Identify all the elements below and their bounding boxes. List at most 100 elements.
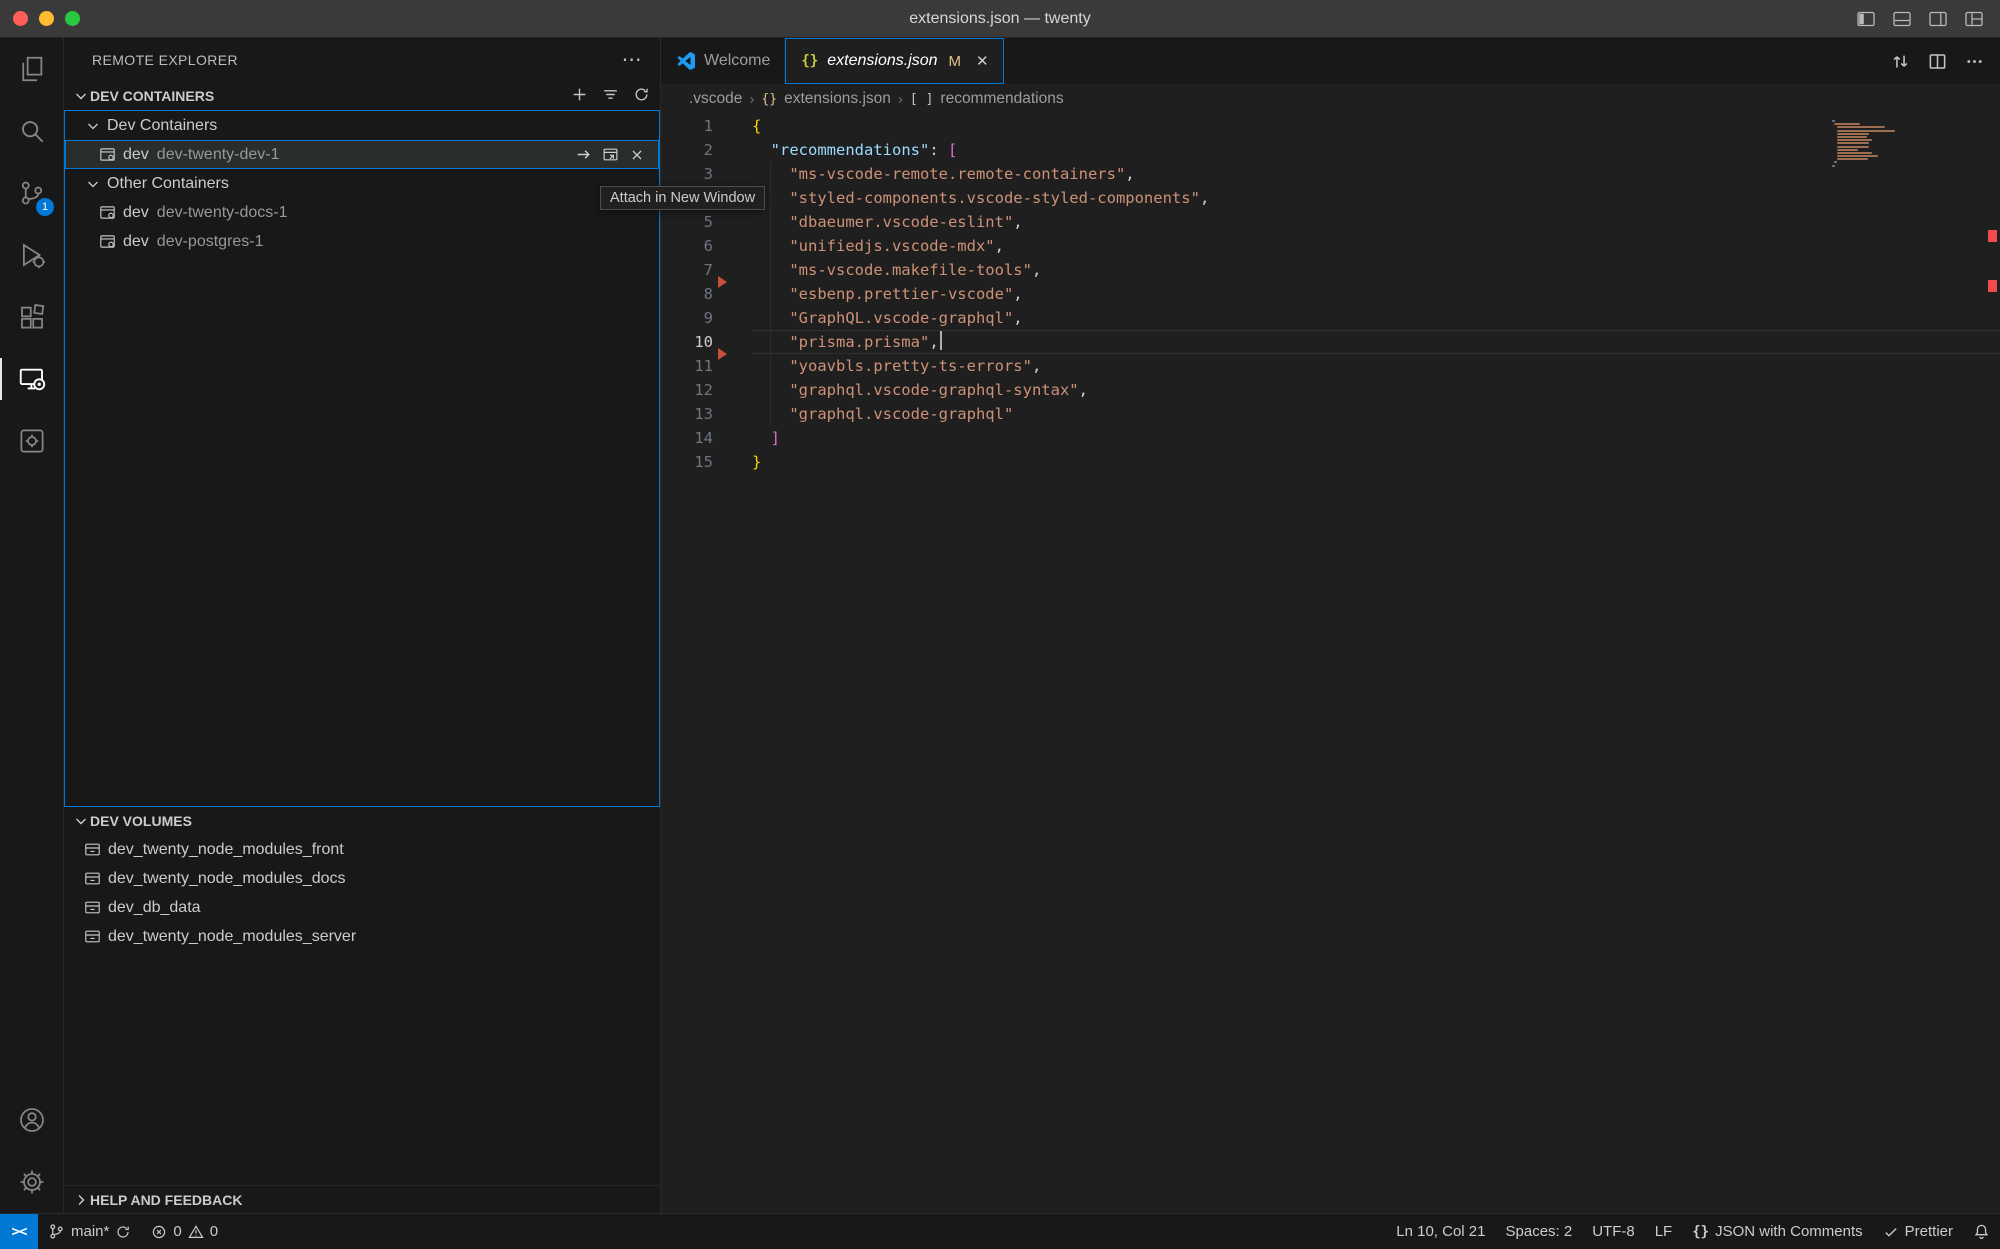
volume-item-dev_twenty_node_modules_front[interactable]: dev_twenty_node_modules_front xyxy=(64,835,660,864)
filter-list-icon[interactable] xyxy=(602,86,619,106)
toggle-secondary-sidebar-icon[interactable] xyxy=(1928,9,1948,29)
cursor-position-item[interactable]: Ln 10, Col 21 xyxy=(1386,1214,1495,1249)
line-number-gutter[interactable]: 123456789101112131415 xyxy=(661,114,713,474)
dev-containers-tree[interactable]: Dev Containersdevdev-twenty-dev-1Other C… xyxy=(64,110,660,807)
open-changes-icon[interactable] xyxy=(1891,52,1910,71)
stop-container-icon[interactable] xyxy=(629,146,645,163)
run-and-debug-icon[interactable] xyxy=(0,224,63,286)
toggle-panel-icon[interactable] xyxy=(1892,9,1912,29)
code-line[interactable]: "graphql.vscode-graphql-syntax", xyxy=(752,378,2000,402)
volume-item-dev_db_data[interactable]: dev_db_data xyxy=(64,893,660,922)
code-line[interactable]: "unifiedjs.vscode-mdx", xyxy=(752,234,2000,258)
code-line[interactable]: "ms-vscode-remote.remote-containers", xyxy=(752,162,2000,186)
chevron-down-icon xyxy=(85,118,101,134)
tab-extensions-json[interactable]: {} extensions.json M ✕ xyxy=(785,38,1003,84)
symbol-object-icon: {} xyxy=(761,92,777,107)
line-number: 3 xyxy=(661,162,713,186)
extensions-icon[interactable] xyxy=(0,286,63,348)
code-line[interactable]: "prisma.prisma", xyxy=(752,330,2000,354)
tab-welcome[interactable]: Welcome xyxy=(661,38,785,84)
formatter-item[interactable]: Prettier xyxy=(1873,1214,1963,1249)
container-item-dev-twenty-dev-1[interactable]: devdev-twenty-dev-1 xyxy=(65,140,659,169)
line-number: 14 xyxy=(661,426,713,450)
problems-item[interactable]: 0 0 xyxy=(141,1214,228,1249)
volume-label: dev_twenty_node_modules_docs xyxy=(108,870,346,888)
customize-layout-icon[interactable] xyxy=(1964,9,1984,29)
section-help-and-feedback[interactable]: HELP AND FEEDBACK xyxy=(64,1185,660,1213)
title-bar: extensions.json — twenty xyxy=(0,0,2000,38)
code-line[interactable]: "yoavbls.pretty-ts-errors", xyxy=(752,354,2000,378)
check-icon xyxy=(1883,1224,1899,1240)
explorer-icon[interactable] xyxy=(0,38,63,100)
overview-ruler[interactable] xyxy=(1986,114,2000,1213)
container-icon xyxy=(99,233,116,250)
git-branch-item[interactable]: main* xyxy=(38,1214,141,1249)
container-item-dev-twenty-docs-1[interactable]: devdev-twenty-docs-1 xyxy=(65,198,659,227)
split-editor-icon[interactable] xyxy=(1928,52,1947,71)
notifications-bell-icon[interactable] xyxy=(1963,1214,2000,1249)
minimap-line xyxy=(1832,120,1835,122)
volume-item-dev_twenty_node_modules_server[interactable]: dev_twenty_node_modules_server xyxy=(64,922,660,951)
minimap-line xyxy=(1837,136,1867,138)
volume-icon xyxy=(84,841,101,858)
line-number: 10 xyxy=(661,330,713,354)
code-line[interactable]: } xyxy=(752,450,2000,474)
line-number: 5 xyxy=(661,210,713,234)
dev-containers-view-icon[interactable] xyxy=(0,410,63,472)
remote-explorer-icon[interactable] xyxy=(0,348,63,410)
close-window-button[interactable] xyxy=(13,11,28,26)
more-actions-icon[interactable] xyxy=(1965,52,1984,71)
views-more-actions-icon[interactable]: ⋯ xyxy=(622,50,642,70)
code-line[interactable]: "graphql.vscode-graphql" xyxy=(752,402,2000,426)
container-description: dev-twenty-dev-1 xyxy=(157,146,280,164)
code-editor[interactable]: 123456789101112131415 { "recommendations… xyxy=(661,114,2000,1213)
eol-item[interactable]: LF xyxy=(1645,1214,1683,1249)
line-number: 1 xyxy=(661,114,713,138)
symbol-array-icon: [ ] xyxy=(910,92,933,107)
language-mode-item[interactable]: {} JSON with Comments xyxy=(1682,1214,1872,1249)
code-line[interactable]: "esbenp.prettier-vscode", xyxy=(752,282,2000,306)
line-number: 6 xyxy=(661,234,713,258)
volume-label: dev_db_data xyxy=(108,899,201,917)
attach-to-container-icon[interactable] xyxy=(575,146,592,163)
sync-icon xyxy=(115,1224,131,1240)
container-description: dev-postgres-1 xyxy=(157,233,264,251)
container-item-dev-postgres-1[interactable]: devdev-postgres-1 xyxy=(65,227,659,256)
code-line[interactable]: ] xyxy=(752,426,2000,450)
code-line[interactable]: "styled-components.vscode-styled-compone… xyxy=(752,186,2000,210)
settings-gear-icon[interactable] xyxy=(0,1151,63,1213)
breadcrumb-symbol[interactable]: recommendations xyxy=(940,90,1063,108)
tree-group-other-containers[interactable]: Other Containers xyxy=(65,169,659,198)
remote-indicator[interactable]: >< xyxy=(0,1214,38,1249)
section-dev-containers[interactable]: DEV CONTAINERS xyxy=(64,82,660,110)
search-icon[interactable] xyxy=(0,100,63,162)
tree-group-dev-containers[interactable]: Dev Containers xyxy=(65,111,659,140)
minimap[interactable] xyxy=(1832,120,1896,168)
encoding-item[interactable]: UTF-8 xyxy=(1582,1214,1645,1249)
code-line[interactable]: "ms-vscode.makefile-tools", xyxy=(752,258,2000,282)
refresh-icon[interactable] xyxy=(633,86,650,106)
accounts-icon[interactable] xyxy=(0,1089,63,1151)
zoom-window-button[interactable] xyxy=(65,11,80,26)
volume-item-dev_twenty_node_modules_docs[interactable]: dev_twenty_node_modules_docs xyxy=(64,864,660,893)
source-control-icon[interactable]: 1 xyxy=(0,162,63,224)
json-file-icon: {} xyxy=(801,53,818,69)
dev-volumes-list[interactable]: dev_twenty_node_modules_front dev_twenty_… xyxy=(64,835,660,951)
code-line[interactable]: "recommendations": [ xyxy=(752,138,2000,162)
add-container-icon[interactable] xyxy=(571,86,588,106)
section-dev-volumes[interactable]: DEV VOLUMES xyxy=(64,807,660,835)
code-line[interactable]: "GraphQL.vscode-graphql", xyxy=(752,306,2000,330)
code-line[interactable]: "dbaeumer.vscode-eslint", xyxy=(752,210,2000,234)
code-lines[interactable]: { "recommendations": [ "ms-vscode-remote… xyxy=(752,114,2000,474)
code-line[interactable]: { xyxy=(752,114,2000,138)
chevron-down-icon xyxy=(72,813,90,829)
minimap-line xyxy=(1837,146,1870,148)
breadcrumb-folder[interactable]: .vscode xyxy=(689,90,742,108)
breadcrumb-file[interactable]: extensions.json xyxy=(784,90,891,108)
minimize-window-button[interactable] xyxy=(39,11,54,26)
attach-in-new-window-icon[interactable] xyxy=(602,146,619,163)
close-tab-icon[interactable]: ✕ xyxy=(976,52,989,70)
sidebar-title: REMOTE EXPLORER xyxy=(92,52,238,68)
indentation-item[interactable]: Spaces: 2 xyxy=(1496,1214,1583,1249)
toggle-primary-sidebar-icon[interactable] xyxy=(1856,9,1876,29)
